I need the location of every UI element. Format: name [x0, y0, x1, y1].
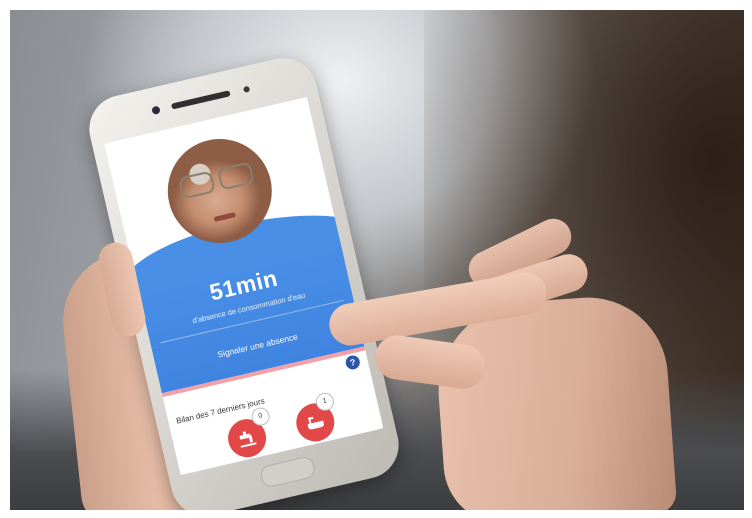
stat-count-badge: 0 [249, 405, 272, 428]
right-hand [432, 292, 678, 510]
stat-bathtub[interactable]: 1 [292, 390, 339, 446]
mouth [213, 212, 237, 222]
faucet-icon [235, 426, 259, 450]
stat-faucet[interactable]: 0 [224, 405, 272, 461]
help-icon[interactable]: ? [344, 354, 362, 371]
bathtub-icon [303, 410, 327, 434]
photo: 51min d'absence de consommation d'eau Si… [10, 10, 744, 510]
stat-count-badge: 1 [314, 390, 336, 413]
glasses [177, 161, 257, 200]
